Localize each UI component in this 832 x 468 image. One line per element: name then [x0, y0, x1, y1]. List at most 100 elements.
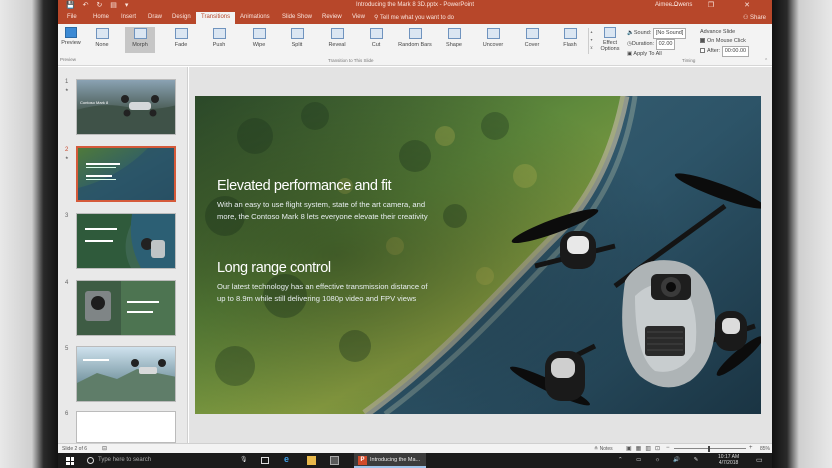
transition-marker-icon: ★	[65, 87, 69, 92]
wipe-transition-icon	[252, 28, 266, 39]
transition-cover[interactable]: Cover	[517, 28, 547, 48]
notification-icon[interactable]: ▭	[756, 456, 763, 464]
microphone-icon[interactable]: 🎙	[240, 456, 249, 465]
transition-wipe[interactable]: Wipe	[244, 28, 274, 48]
tab-design[interactable]: Design	[172, 14, 191, 20]
sound-icon: 🔈	[627, 30, 634, 36]
tab-file[interactable]: File	[67, 14, 77, 20]
transition-split[interactable]: Split	[282, 28, 312, 48]
tab-review[interactable]: Review	[322, 14, 342, 20]
taskbar-powerpoint-button[interactable]: P Introducing the Ma...	[354, 453, 426, 468]
accessibility-icon[interactable]: ⊟	[102, 445, 107, 452]
slide-thumbnail-1[interactable]: Contoso Mark 8	[76, 79, 176, 135]
screen: 💾 ↶ ↻ ▤ ▾ Introducing the Mark 8 3D.pptx…	[58, 0, 772, 468]
tab-home[interactable]: Home	[93, 14, 109, 20]
duration-label: Duration:	[631, 41, 655, 47]
transition-shape[interactable]: Shape	[439, 28, 469, 48]
thumb-number: 2	[65, 147, 69, 153]
transition-none[interactable]: None	[87, 28, 117, 48]
windows-start-icon[interactable]	[66, 457, 74, 465]
slide-thumbnail-2[interactable]	[76, 146, 176, 202]
transition-gallery-scroll[interactable]: ▴ ▾ ⊻	[588, 28, 594, 54]
thumb-number: 3	[65, 213, 69, 219]
duration-spinner[interactable]: 02.00	[655, 39, 676, 50]
sound-dropdown[interactable]: [No Sound]	[652, 28, 687, 39]
zoom-level[interactable]: 85%	[760, 446, 770, 452]
slide-thumbnail-pane: 1 ★ Contoso Mark 8 2 ★ 3 4 5 6	[58, 67, 188, 443]
cortana-icon	[87, 457, 94, 464]
timing-left-column: 🔈Sound: [No Sound] ◷Duration: 02.00 ▣ Ap…	[627, 28, 687, 59]
edge-browser-icon[interactable]: e	[284, 454, 293, 464]
effect-options-button[interactable]: Effect Options	[597, 27, 623, 52]
view-buttons[interactable]: ▣▦▥⊡	[626, 445, 664, 452]
tab-draw[interactable]: Draw	[148, 14, 162, 20]
after-checkbox[interactable]	[700, 48, 705, 53]
file-explorer-icon[interactable]	[307, 456, 316, 465]
transitions-group-label: Transition to This Slide	[328, 58, 374, 63]
transition-reveal[interactable]: Reveal	[322, 28, 352, 48]
powerpoint-icon: P	[358, 456, 367, 465]
on-mouse-click-row[interactable]: On Mouse Click	[700, 37, 749, 46]
transition-label: Uncover	[482, 42, 504, 48]
preview-button[interactable]: Preview	[60, 27, 82, 46]
tell-me-text: Tell me what you want to do	[379, 15, 454, 21]
task-view-icon[interactable]	[261, 457, 269, 464]
transition-flash[interactable]: Flash	[555, 28, 585, 48]
system-tray-icons[interactable]: ⌃ ▭ ☼ 🔊 ✎	[618, 457, 704, 463]
current-slide[interactable]: Elevated performance and fit With an eas…	[195, 96, 761, 414]
transition-morph[interactable]: Morph	[125, 27, 155, 53]
share-button[interactable]: ⚇ Share	[743, 14, 766, 21]
body-line: more, the Contoso Mark 8 lets everyone e…	[217, 212, 428, 221]
thumb-4-image	[77, 281, 175, 335]
transition-label: Split	[291, 42, 303, 48]
zoom-slider-thumb[interactable]	[708, 446, 710, 452]
sound-row: 🔈Sound: [No Sound]	[627, 28, 687, 39]
apply-to-all-button[interactable]: ▣ Apply To All	[627, 50, 686, 59]
zoom-slider-track[interactable]	[674, 448, 746, 449]
after-spinner[interactable]: 00:00.00	[721, 46, 750, 57]
collapse-ribbon-icon[interactable]: ⌃	[764, 58, 768, 64]
flash-transition-icon	[563, 28, 577, 39]
body-line: With an easy to use flight system, state…	[217, 200, 426, 209]
random-bars-transition-icon	[408, 28, 422, 39]
tab-view[interactable]: View	[352, 14, 365, 20]
tell-me-box[interactable]: ⚲ Tell me what you want to do	[374, 14, 454, 21]
transition-cut[interactable]: Cut	[361, 28, 391, 48]
preview-label: Preview	[61, 40, 81, 46]
morph-transition-icon	[133, 28, 147, 39]
slide-heading-performance[interactable]: Elevated performance and fit	[217, 178, 392, 194]
taskbar-clock[interactable]: 10:17 AM 4/7/2018	[718, 454, 739, 466]
tab-animations[interactable]: Animations	[240, 14, 270, 20]
duration-row: ◷Duration: 02.00	[627, 39, 686, 50]
transition-fade[interactable]: Fade	[166, 28, 196, 48]
taskbar-search-box[interactable]: Type here to search	[82, 454, 232, 467]
thumb-3-image	[77, 214, 175, 268]
transition-random-bars[interactable]: Random Bars	[396, 28, 434, 48]
status-bar: Slide 2 of 6 ⊟ ≙ Notes ▣▦▥⊡ − + 85%	[58, 443, 772, 453]
zoom-in-icon[interactable]: +	[749, 445, 753, 451]
slide-thumbnail-6[interactable]	[76, 411, 176, 443]
preview-icon	[65, 27, 77, 38]
store-icon[interactable]	[330, 456, 339, 465]
tab-transitions[interactable]: Transitions	[196, 12, 236, 24]
window-controls[interactable]: — ❐ ✕	[671, 1, 764, 9]
ribbon: Preview Preview None Morph Fade Push Wip…	[58, 24, 772, 66]
on-mouse-click-checkbox[interactable]	[700, 38, 705, 43]
after-label: After:	[707, 48, 721, 54]
tab-insert[interactable]: Insert	[121, 14, 136, 20]
slide-thumbnail-3[interactable]	[76, 213, 176, 269]
reveal-transition-icon	[330, 28, 344, 39]
transition-push[interactable]: Push	[204, 28, 234, 48]
zoom-out-icon[interactable]: −	[666, 445, 670, 451]
transition-uncover[interactable]: Uncover	[478, 28, 508, 48]
slide-thumbnail-5[interactable]	[76, 346, 176, 402]
slide-body-performance[interactable]: With an easy to use flight system, state…	[217, 199, 428, 223]
slide-editing-area: Elevated performance and fit With an eas…	[189, 67, 772, 443]
slide-heading-range[interactable]: Long range control	[217, 260, 331, 276]
transition-label: Wipe	[252, 42, 266, 48]
slide-thumbnail-4[interactable]	[76, 280, 176, 336]
slide-body-range[interactable]: Our latest technology has an effective t…	[217, 281, 428, 305]
tab-slide-show[interactable]: Slide Show	[282, 14, 312, 20]
notes-button[interactable]: ≙ Notes	[594, 446, 613, 452]
thumb-number: 4	[65, 280, 69, 286]
